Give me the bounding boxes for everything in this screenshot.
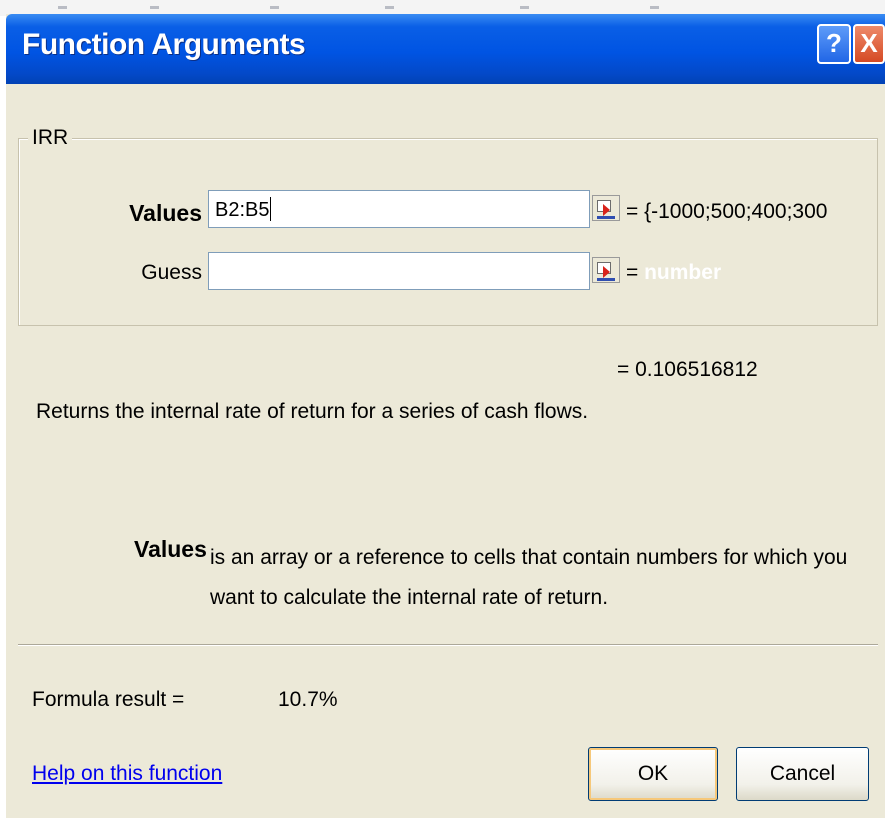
- guess-eval-type: number: [644, 261, 722, 284]
- guess-input[interactable]: [208, 252, 590, 290]
- values-label: Values: [129, 200, 202, 226]
- guess-label: Guess: [141, 261, 202, 284]
- ref-arrow-shape: [603, 204, 610, 216]
- background-tick: [270, 6, 279, 9]
- guess-eval-prefix: =: [626, 261, 639, 284]
- formula-result-value: 10.7%: [278, 688, 338, 711]
- close-icon[interactable]: X: [853, 24, 885, 64]
- collapse-dialog-icon[interactable]: [592, 257, 620, 283]
- argument-help-body: is an array or a reference to cells that…: [210, 546, 848, 609]
- result-preview: = 0.106516812: [617, 358, 758, 381]
- divider: [18, 644, 878, 646]
- text-caret: [270, 197, 272, 221]
- arguments-group: [18, 138, 878, 326]
- dialog-title: Function Arguments: [22, 28, 306, 61]
- values-input[interactable]: B2:B5: [208, 190, 590, 228]
- formula-result-label: Formula result =: [32, 688, 185, 711]
- background-tick: [385, 6, 394, 9]
- guess-evaluated: = number: [626, 261, 721, 285]
- help-icon[interactable]: ?: [817, 24, 851, 64]
- argument-help-text: is an array or a reference to cells that…: [210, 538, 850, 618]
- values-evaluated: = {-1000;500;400;300: [626, 200, 828, 223]
- ref-bar-shape: [597, 278, 615, 281]
- title-bar[interactable]: Function Arguments ? X: [6, 14, 885, 84]
- function-description: Returns the internal rate of return for …: [36, 400, 589, 423]
- function-name-label: IRR: [28, 126, 73, 150]
- function-arguments-dialog: Function Arguments ? X IRR Values B2:B5 …: [6, 14, 885, 818]
- values-input-text: B2:B5: [215, 199, 270, 221]
- background-tick: [520, 6, 529, 9]
- ref-arrow-shape: [603, 266, 610, 278]
- argument-help-name: Values: [134, 536, 207, 562]
- background-tick: [58, 6, 67, 9]
- ok-button[interactable]: OK: [588, 747, 718, 801]
- cancel-button[interactable]: Cancel: [736, 747, 869, 801]
- background-tick: [150, 6, 159, 9]
- help-on-function-link[interactable]: Help on this function: [32, 762, 222, 786]
- ref-bar-shape: [597, 216, 615, 219]
- background-tick: [650, 6, 659, 9]
- collapse-dialog-icon[interactable]: [592, 195, 620, 221]
